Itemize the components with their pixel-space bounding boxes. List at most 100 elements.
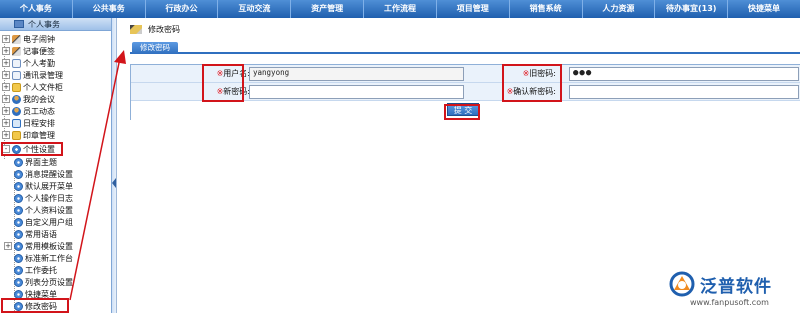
sidebar-item-attendance[interactable]: + 个人考勤 [2,57,55,69]
highlight-box [1,298,69,313]
sidebar-item-notes[interactable]: + 记事便签 [2,45,55,57]
settings-icon [14,169,23,179]
nav-personal-affairs[interactable]: 个人事务 [0,0,73,18]
expand-icon[interactable]: + [2,59,10,67]
sidebar-item-label: 我的会议 [23,94,55,104]
sidebar: 个人事务 + 电子闹钟 + 记事便签 + 个人考勤 + 通讯录管理 + 个人文件… [0,18,112,313]
sidebar-item-staff[interactable]: + 员工动态 [2,105,55,117]
collapse-arrow-icon[interactable] [112,178,116,188]
highlight-box [502,64,562,102]
folder-icon [12,82,21,92]
sidebar-item-seals[interactable]: + 印章管理 [2,129,55,141]
highlight-box [1,142,63,156]
sidebar-item-file-cabinet[interactable]: + 个人文件柜 [2,81,63,93]
subitem-label: 自定义用户组 [25,217,73,227]
brand-url: www.fanpusoft.com [690,298,769,307]
page-title: 修改密码 [130,24,180,35]
nav-shortcuts[interactable]: 快捷菜单 [728,0,800,18]
seal-icon [12,130,21,140]
subitem-label: 个人资料设置 [25,205,73,215]
subitem-pagination[interactable]: 列表分页设置 [14,276,73,288]
sidebar-item-label: 个人考勤 [23,58,55,68]
confirm-password-field[interactable] [569,85,799,99]
sidebar-title: 个人事务 [28,19,60,29]
settings-icon [14,157,23,167]
page-title-text: 修改密码 [148,25,180,34]
alarm-icon [12,34,21,44]
nav-sales[interactable]: 销售系统 [510,0,583,18]
expand-icon[interactable]: + [2,107,10,115]
sidebar-item-label: 电子闹钟 [23,34,55,44]
nav-workflow[interactable]: 工作流程 [364,0,437,18]
subitem-label: 标准新工作台 [25,253,73,263]
nav-interaction[interactable]: 互动交流 [218,0,292,18]
sidebar-item-label: 印章管理 [23,130,55,140]
subitem-custom-groups[interactable]: 自定义用户组 [14,216,73,228]
highlight-box [202,64,244,102]
sidebar-item-schedule[interactable]: + 日程安排 [2,117,55,129]
subitem-phrases[interactable]: 常用语语 [14,228,57,240]
sidebar-item-label: 员工动态 [23,106,55,116]
highlight-box [444,104,480,120]
settings-icon [14,241,23,251]
nav-projects[interactable]: 项目管理 [437,0,510,18]
expand-icon[interactable]: + [2,47,10,55]
expand-icon[interactable]: + [2,35,10,43]
main-content: 修改密码 修改密码 ※用户名: yangyong ※旧密码: ●●● ※新密码:… [118,18,800,313]
subitem-label: 工作委托 [25,265,57,275]
tab-change-password[interactable]: 修改密码 [132,42,178,54]
expand-icon[interactable]: + [2,95,10,103]
nav-todo[interactable]: 待办事宜(13) [655,0,729,18]
brand-name: 泛普软件 [700,277,772,297]
settings-icon [14,265,23,275]
pencil-icon [130,25,142,34]
subitem-message-alerts[interactable]: 消息提醒设置 [14,168,73,180]
nav-hr[interactable]: 人力资源 [583,0,656,18]
subitem-label: 列表分页设置 [25,277,73,287]
subitem-label: 常用语语 [25,229,57,239]
subitem-theme[interactable]: 界面主题 [14,156,57,168]
subitem-default-menu[interactable]: 默认展开菜单 [14,180,73,192]
brand-logo: 泛普软件 www.fanpusoft.com [668,268,798,310]
subitem-delegation[interactable]: 工作委托 [14,264,57,276]
new-password-field[interactable] [249,85,464,99]
logo-mark-icon [669,271,695,297]
sidebar-item-meetings[interactable]: + 我的会议 [2,93,55,105]
subitem-label: 默认展开菜单 [25,181,73,191]
old-password-field[interactable]: ●●● [569,67,799,81]
subitem-profile[interactable]: 个人资料设置 [14,204,73,216]
sidebar-item-contacts[interactable]: + 通讯录管理 [2,69,63,81]
sidebar-item-label: 日程安排 [23,118,55,128]
username-field[interactable]: yangyong [249,67,464,81]
expand-icon[interactable]: + [4,242,12,250]
settings-icon [14,193,23,203]
subitem-templates[interactable]: + 常用模板设置 [4,240,73,252]
nav-admin-office[interactable]: 行政办公 [146,0,219,18]
nav-public-affairs[interactable]: 公共事务 [73,0,146,18]
settings-icon [14,205,23,215]
expand-icon[interactable]: + [2,119,10,127]
expand-icon[interactable]: + [2,83,10,91]
subitem-label: 常用模板设置 [25,241,73,251]
subitem-workbench[interactable]: 标准新工作台 [14,252,73,264]
nav-assets[interactable]: 资产管理 [291,0,365,18]
sidebar-item-label: 记事便签 [23,46,55,56]
settings-icon [14,229,23,239]
expand-icon[interactable]: + [2,131,10,139]
top-nav: 个人事务 公共事务 行政办公 互动交流 资产管理 工作流程 项目管理 销售系统 … [0,0,800,18]
expand-icon[interactable]: + [2,71,10,79]
settings-icon [14,253,23,263]
calendar-icon [12,118,21,128]
sidebar-item-alarm[interactable]: + 电子闹钟 [2,33,55,45]
tab-bar: 修改密码 [130,42,800,54]
window-icon [14,20,24,28]
sidebar-header[interactable]: 个人事务 [0,18,111,31]
settings-icon [14,181,23,191]
note-icon [12,46,21,56]
sidebar-item-label: 通讯录管理 [23,70,63,80]
attendance-icon [12,58,21,68]
meeting-icon [12,94,21,104]
sidebar-item-label: 个人文件柜 [23,82,63,92]
subitem-operation-log[interactable]: 个人操作日志 [14,192,73,204]
sidebar-splitter[interactable] [112,18,117,313]
